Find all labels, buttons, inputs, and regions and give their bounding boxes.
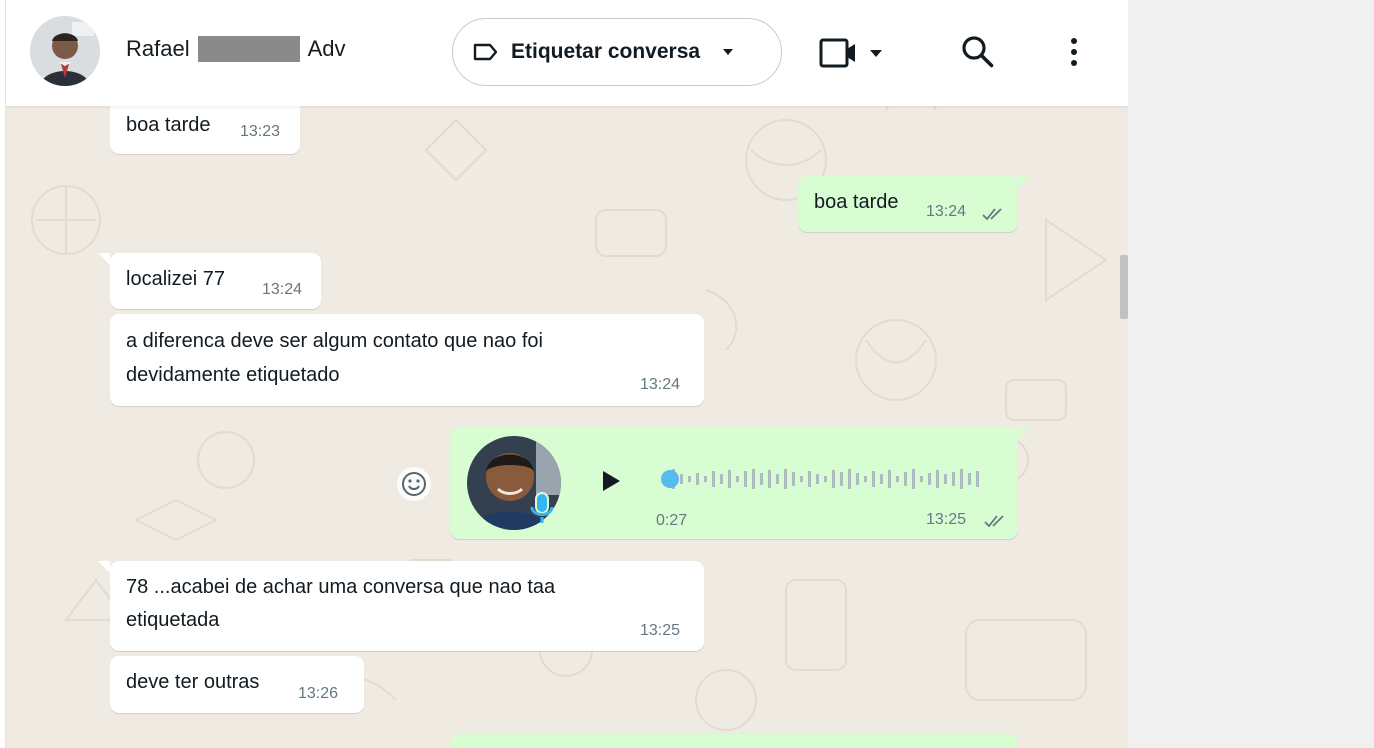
label-button-text: Etiquetar conversa	[511, 40, 701, 63]
message-time: 13:23	[240, 123, 281, 140]
message-time: 13:24	[926, 203, 967, 220]
message-incoming[interactable]: localizei 77 13:24	[110, 253, 321, 309]
microphone-icon	[530, 492, 554, 523]
message-text-line-1: 78 ...acabei de achar uma conversa que n…	[126, 576, 556, 598]
app-window: Rafael Adv Etiquetar conversa boa tarde …	[0, 0, 1374, 748]
label-tag-icon	[473, 43, 498, 61]
video-call-icon[interactable]	[818, 36, 888, 70]
search-icon[interactable]	[960, 34, 996, 70]
message-incoming[interactable]: 78 ...acabei de achar uma conversa que n…	[110, 561, 704, 651]
voice-duration: 0:27	[656, 512, 688, 529]
message-outgoing[interactable]: boa tarde 13:24	[798, 176, 1018, 232]
voice-waveform[interactable]	[660, 461, 990, 497]
message-text: boa tarde	[814, 191, 899, 213]
chevron-down-icon	[723, 49, 734, 55]
message-text: localizei 77	[126, 268, 225, 290]
bubble-tail	[98, 561, 110, 573]
chat-scrollbar[interactable]	[1120, 255, 1128, 319]
read-ticks-icon	[984, 515, 1004, 528]
bubble-tail	[98, 253, 110, 265]
message-text-line-2: etiquetada	[126, 609, 220, 631]
contact-avatar[interactable]	[30, 16, 100, 86]
message-time: 13:26	[298, 685, 339, 702]
message-text-line-2: devidamente etiquetado	[126, 364, 340, 386]
message-text: deve ter outras	[126, 671, 260, 693]
menu-dots-icon[interactable]	[1066, 36, 1082, 68]
avatar-photo	[30, 16, 100, 86]
message-time: 13:25	[926, 511, 967, 528]
message-incoming[interactable]: deve ter outras 13:26	[110, 656, 364, 713]
chat-header: Rafael Adv Etiquetar conversa	[6, 0, 1128, 106]
voice-message[interactable]: 0:27 13:25	[450, 427, 1018, 539]
message-text-line-1: a diferenca deve ser algum contato que n…	[126, 330, 543, 352]
chat-pane: Rafael Adv Etiquetar conversa boa tarde …	[6, 0, 1128, 748]
message-text: boa tarde	[126, 114, 211, 136]
contact-first-name: Rafael	[126, 36, 190, 61]
emoji-reaction-icon[interactable]	[396, 466, 432, 502]
message-time: 13:24	[640, 376, 681, 393]
side-blank-area	[1128, 0, 1374, 748]
message-incoming[interactable]: a diferenca deve ser algum contato que n…	[110, 314, 704, 406]
contact-last-name: Adv	[307, 36, 346, 61]
message-time: 13:25	[640, 622, 681, 639]
contact-name[interactable]: Rafael Adv	[126, 36, 346, 62]
label-conversation-button[interactable]: Etiquetar conversa	[452, 18, 782, 86]
play-icon[interactable]	[600, 469, 622, 493]
bubble-tail	[1018, 427, 1030, 439]
redacted-name-block	[197, 36, 300, 62]
bubble-tail	[1018, 176, 1030, 188]
message-outgoing-partial[interactable]	[450, 734, 1018, 748]
message-time: 13:24	[262, 281, 303, 298]
read-ticks-icon	[982, 208, 1002, 221]
voice-progress-dot	[661, 470, 679, 488]
